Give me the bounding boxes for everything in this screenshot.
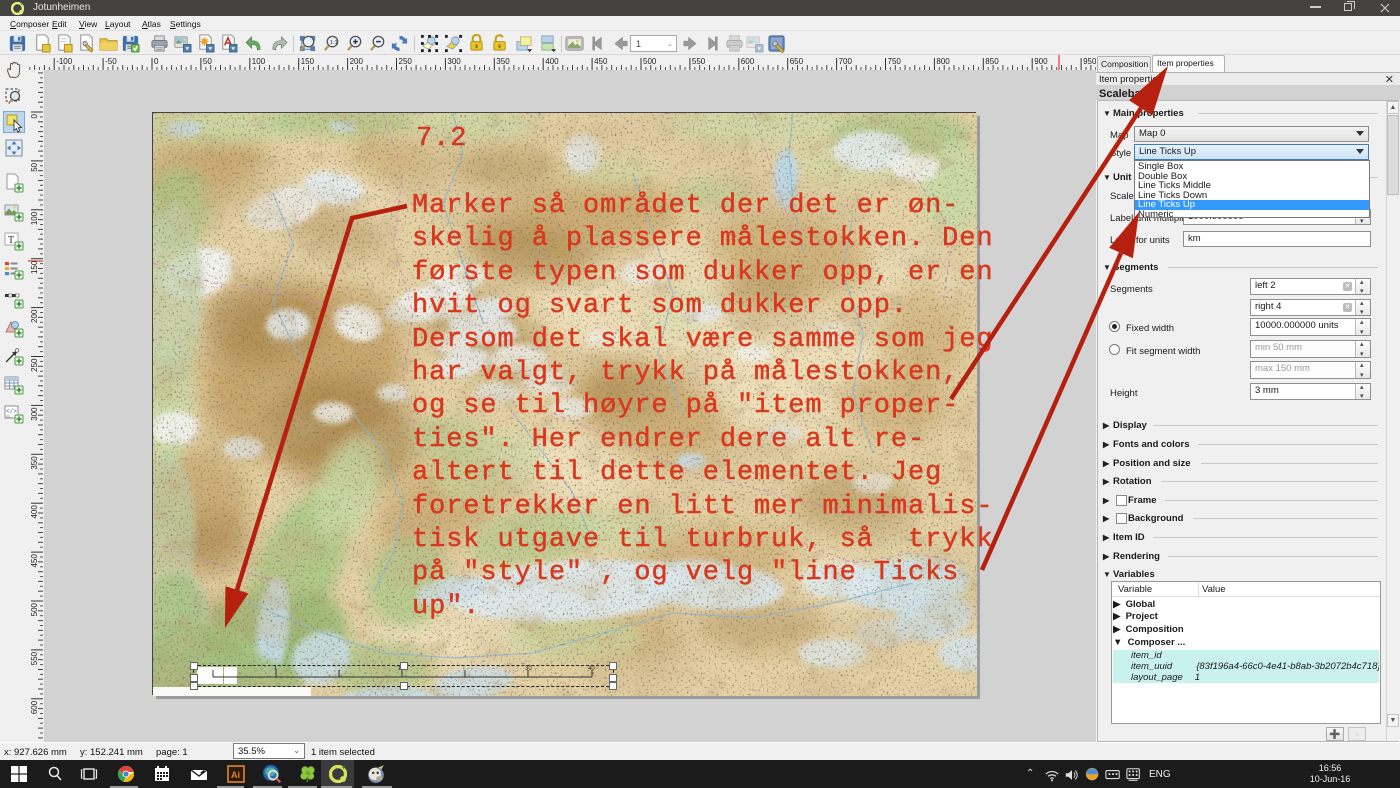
svg-text:-50: -50 xyxy=(105,57,117,66)
svg-text:-100: -100 xyxy=(56,57,73,66)
svg-text:200: 200 xyxy=(30,309,39,323)
svg-text:350: 350 xyxy=(30,456,39,470)
svg-text:400: 400 xyxy=(30,505,39,519)
svg-text:450: 450 xyxy=(30,554,39,568)
svg-text:Ai: Ai xyxy=(231,770,240,780)
svg-text:1:1: 1:1 xyxy=(330,40,338,46)
svg-text:100: 100 xyxy=(252,57,266,66)
svg-text:150: 150 xyxy=(301,57,315,66)
svg-text:550: 550 xyxy=(30,651,39,665)
svg-text:30: 30 xyxy=(525,666,532,672)
svg-text:200: 200 xyxy=(350,57,364,66)
svg-text:750: 750 xyxy=(888,57,902,66)
svg-text:850: 850 xyxy=(985,57,999,66)
svg-text:950: 950 xyxy=(1083,57,1096,66)
svg-text:300: 300 xyxy=(447,57,461,66)
svg-text:</>: </> xyxy=(6,408,17,415)
svg-text:50: 50 xyxy=(203,57,212,66)
svg-text:0: 0 xyxy=(30,113,39,118)
svg-text:100: 100 xyxy=(30,211,39,225)
svg-text:700: 700 xyxy=(839,57,853,66)
svg-text:250: 250 xyxy=(30,358,39,372)
svg-text:500: 500 xyxy=(30,602,39,616)
svg-text:650: 650 xyxy=(790,57,804,66)
svg-text:600: 600 xyxy=(30,700,39,714)
svg-text:1: 1 xyxy=(274,666,278,672)
svg-text:900: 900 xyxy=(1034,57,1048,66)
svg-text:500: 500 xyxy=(643,57,657,66)
svg-text:T: T xyxy=(8,235,14,246)
svg-text:40: 40 xyxy=(588,666,595,672)
svg-text:350: 350 xyxy=(496,57,510,66)
svg-text:800: 800 xyxy=(936,57,950,66)
svg-text:0: 0 xyxy=(154,57,159,66)
svg-text:550: 550 xyxy=(692,57,706,66)
svg-text:400: 400 xyxy=(545,57,559,66)
svg-text:50: 50 xyxy=(30,162,39,171)
svg-text:450: 450 xyxy=(594,57,608,66)
svg-text:150: 150 xyxy=(30,260,39,274)
svg-text:250: 250 xyxy=(399,57,413,66)
svg-text:600: 600 xyxy=(741,57,755,66)
svg-text:300: 300 xyxy=(30,407,39,421)
